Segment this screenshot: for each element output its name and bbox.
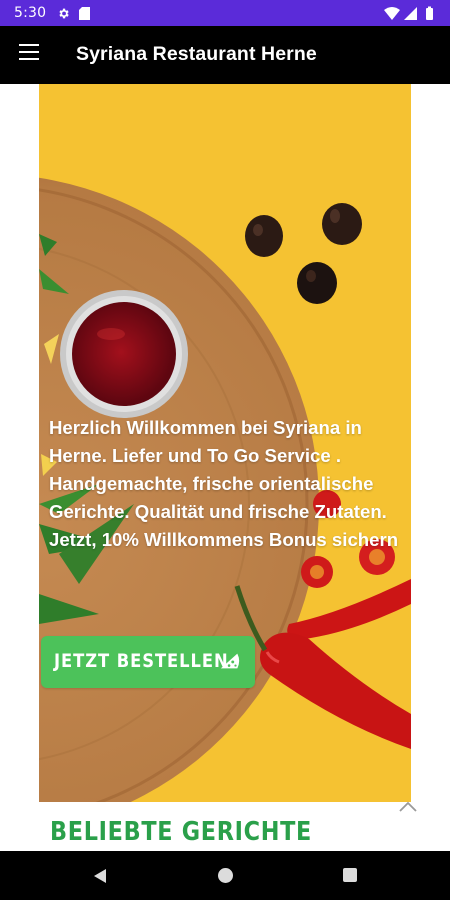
order-now-label: JETZT BESTELLEN (54, 650, 229, 672)
sd-card-icon (79, 7, 90, 20)
section-title-popular-dishes: BELIEBTE GERICHTE (50, 817, 313, 847)
status-time: 5:30 (14, 5, 47, 21)
app-bar: Syriana Restaurant Herne (0, 26, 450, 84)
status-icons (384, 6, 433, 20)
home-icon[interactable] (218, 868, 233, 883)
gear-icon (59, 8, 69, 19)
page-title: Syriana Restaurant Herne (76, 43, 317, 65)
hero-banner: Herzlich Willkommen bei Syriana in Herne… (39, 84, 411, 802)
recent-apps-icon[interactable] (343, 868, 357, 882)
chevron-up-icon[interactable] (398, 800, 418, 814)
pizza-slice-icon (220, 653, 240, 669)
order-now-button[interactable]: JETZT BESTELLEN (41, 636, 255, 688)
back-icon[interactable] (92, 868, 108, 884)
system-navigation-bar (0, 851, 450, 900)
hamburger-menu-icon[interactable] (19, 44, 41, 64)
hero-welcome-text: Herzlich Willkommen bei Syriana in Herne… (49, 417, 399, 550)
status-bar: 5:30 (0, 0, 450, 26)
web-content: Herzlich Willkommen bei Syriana in Herne… (0, 84, 450, 851)
battery-icon (426, 6, 433, 20)
signal-icon (404, 7, 417, 20)
wifi-icon (384, 7, 400, 20)
